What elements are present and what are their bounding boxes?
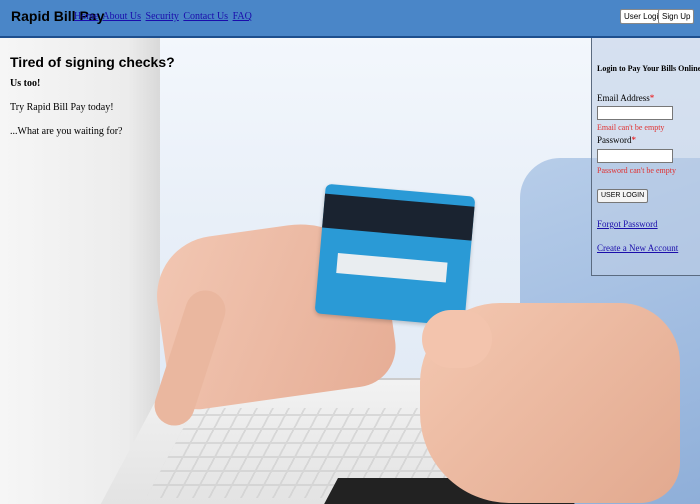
password-label-text: Password — [597, 135, 632, 145]
password-error: Password can't be empty — [597, 166, 676, 175]
magnetic-stripe — [322, 193, 475, 241]
hero-line-1: Try Rapid Bill Pay today! — [10, 102, 114, 113]
thumb-shape — [422, 310, 492, 368]
required-mark: * — [631, 135, 637, 145]
email-label-text: Email Address — [597, 93, 650, 103]
email-field[interactable] — [597, 106, 673, 120]
forgot-password-link[interactable]: Forgot Password — [597, 219, 658, 229]
hero-headline: Tired of signing checks? — [10, 54, 175, 70]
nav-contact-link[interactable]: Contact Us — [183, 11, 228, 22]
signature-strip — [336, 253, 448, 283]
required-mark: * — [649, 93, 655, 103]
nav-faq-link[interactable]: FAQ — [233, 11, 252, 22]
create-account-link[interactable]: Create a New Account — [597, 243, 678, 253]
email-error: Email can't be empty — [597, 123, 665, 132]
hero-subhead: Us too! — [10, 78, 41, 89]
hero-line-2: ...What are you waiting for? — [10, 126, 123, 137]
hero-copy: Tired of signing checks? Us too! Try Rap… — [10, 54, 175, 137]
login-submit-button[interactable]: USER LOGIN — [597, 189, 649, 203]
credit-card-shape — [314, 183, 476, 327]
nav-home-link[interactable]: Home — [74, 11, 98, 22]
password-label: Password* — [597, 135, 636, 145]
nav-security-link[interactable]: Security — [146, 11, 179, 22]
top-header: Rapid Bill Pay Home About Us Security Co… — [0, 0, 700, 38]
login-title: Login to Pay Your Bills Online — [597, 64, 700, 73]
email-label: Email Address* — [597, 93, 654, 103]
login-panel: Login to Pay Your Bills Online Email Add… — [591, 38, 700, 276]
top-nav: Home About Us Security Contact Us FAQ — [74, 11, 254, 22]
nav-about-link[interactable]: About Us — [102, 11, 141, 22]
password-field[interactable] — [597, 149, 673, 163]
sign-up-button[interactable]: Sign Up — [658, 9, 695, 24]
